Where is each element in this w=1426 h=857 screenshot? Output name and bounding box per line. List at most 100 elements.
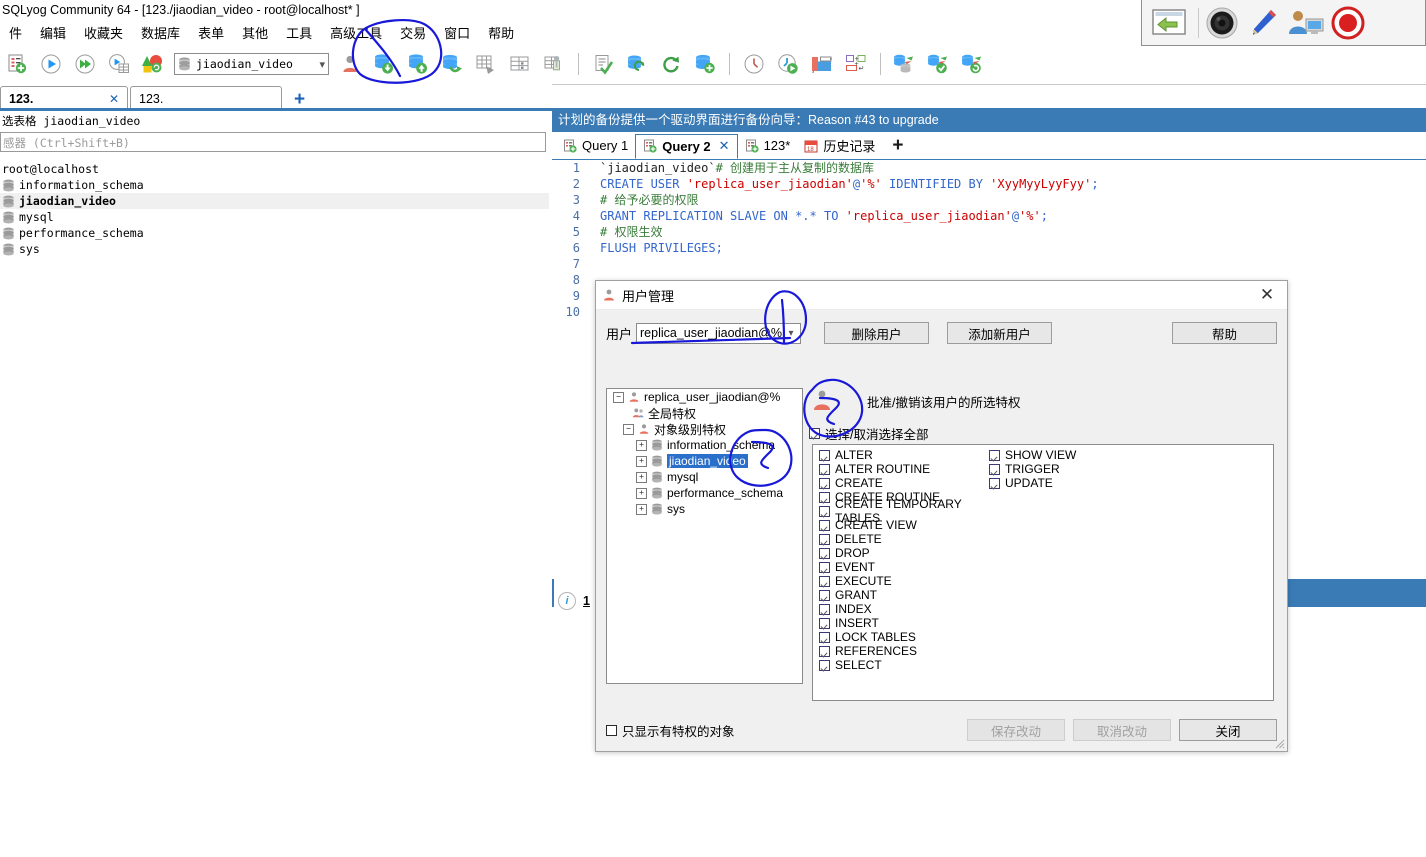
menu-item-5[interactable]: 其他	[233, 21, 277, 44]
close-icon[interactable]: ✕	[719, 138, 730, 154]
privilege-row[interactable]: EVENT	[819, 560, 989, 574]
promo-banner[interactable]: 计划的备份提供一个驱动界面进行备份向导：Reason #43 to upgrad…	[552, 108, 1426, 132]
privileges-list[interactable]: ALTER ALTER ROUTINE CREATE CREATE ROUTINE CR…	[812, 444, 1274, 701]
privilege-row[interactable]: SELECT	[819, 658, 989, 672]
collapse-icon[interactable]: −	[613, 391, 624, 403]
editor-line-text[interactable]: # 给予必要的权限	[586, 192, 698, 208]
privilege-checkbox[interactable]	[819, 631, 830, 643]
save-changes-button[interactable]: 保存改动	[967, 719, 1065, 741]
privilege-row[interactable]: INSERT	[819, 616, 989, 630]
menu-item-9[interactable]: 窗口	[435, 21, 479, 44]
cancel-changes-button[interactable]: 取消改动	[1073, 719, 1171, 741]
privilege-row[interactable]: CREATE TEMPORARY TABLES	[819, 497, 989, 525]
privilege-checkbox[interactable]	[819, 505, 830, 517]
menu-item-0[interactable]: 件	[0, 21, 31, 44]
privilege-checkbox[interactable]	[989, 477, 1000, 489]
privilege-row[interactable]: DROP	[819, 546, 989, 560]
sidebar-database-information_schema[interactable]: information_schema	[0, 177, 549, 193]
database-selector-combo[interactable]: jiaodian_video ▾	[174, 53, 329, 75]
editor-line-text[interactable]: CREATE USER 'replica_user_jiaodian'@'%' …	[586, 176, 1099, 192]
privilege-checkbox[interactable]	[989, 463, 1000, 475]
editor-line-text[interactable]: FLUSH PRIVILEGES;	[586, 240, 723, 256]
data-sync-icon[interactable]	[924, 49, 954, 79]
delete-user-button[interactable]: 删除用户	[824, 322, 930, 344]
tree-node-user[interactable]: − replica_user_jiaodian@%	[607, 389, 802, 405]
scheduled-job-icon[interactable]	[773, 49, 803, 79]
expand-icon[interactable]: +	[636, 503, 647, 515]
privilege-checkbox[interactable]	[989, 449, 1000, 461]
resize-grip[interactable]	[1273, 737, 1285, 749]
sidebar-database-sys[interactable]: sys	[0, 241, 549, 257]
sidebar-database-performance_schema[interactable]: performance_schema	[0, 225, 549, 241]
import-data-icon[interactable]	[369, 49, 399, 79]
privilege-row[interactable]: SHOW VIEW	[989, 448, 1159, 462]
presenter-icon[interactable]	[1285, 6, 1325, 40]
editor-line-text[interactable]: `jiaodian_video`# 创建用于主从复制的数据库	[586, 160, 874, 176]
dialog-tree-database-sys[interactable]: + sys	[607, 501, 802, 517]
pencil-annotate-icon[interactable]	[1245, 6, 1279, 40]
connection-tab-1[interactable]: 123.	[130, 86, 282, 110]
privilege-checkbox[interactable]	[819, 575, 830, 587]
expand-icon[interactable]: +	[636, 487, 647, 499]
close-icon[interactable]: ✕	[1253, 283, 1281, 307]
privilege-row[interactable]: ALTER ROUTINE	[819, 462, 989, 476]
sidebar-database-jiaodian_video[interactable]: jiaodian_video	[0, 193, 549, 209]
privilege-checkbox[interactable]	[819, 491, 830, 503]
sidebar-database-mysql[interactable]: mysql	[0, 209, 549, 225]
privilege-tree[interactable]: − replica_user_jiaodian@% 全局特权 − 对象级别特权	[606, 388, 803, 684]
privilege-checkbox[interactable]	[819, 463, 830, 475]
privilege-row[interactable]: UPDATE	[989, 476, 1159, 490]
menu-item-8[interactable]: 交易	[391, 21, 435, 44]
manage-indexes-icon[interactable]	[539, 49, 569, 79]
scheduled-backup-icon[interactable]	[739, 49, 769, 79]
close-icon[interactable]: ✕	[109, 92, 119, 106]
add-user-button[interactable]: 添加新用户	[947, 322, 1053, 344]
tree-node-root[interactable]: root@localhost	[0, 161, 549, 177]
add-connection-tab-button[interactable]: +	[284, 90, 315, 110]
restore-point-icon[interactable]	[958, 49, 988, 79]
privilege-row[interactable]: GRANT	[819, 588, 989, 602]
expand-icon[interactable]: +	[636, 471, 647, 483]
add-query-tab-button[interactable]: +	[882, 135, 913, 157]
dialog-tree-database-performance_schema[interactable]: + performance_schema	[607, 485, 802, 501]
privilege-checkbox[interactable]	[819, 603, 830, 615]
privilege-checkbox[interactable]	[819, 617, 830, 629]
menu-item-10[interactable]: 帮助	[479, 21, 523, 44]
backup-database-icon[interactable]	[437, 49, 467, 79]
sync-database-icon[interactable]	[622, 49, 652, 79]
privilege-checkbox[interactable]	[819, 589, 830, 601]
privilege-checkbox[interactable]	[819, 645, 830, 657]
validate-query-icon[interactable]	[588, 49, 618, 79]
privilege-row[interactable]: INDEX	[819, 602, 989, 616]
privilege-checkbox[interactable]	[819, 561, 830, 573]
query-tab-1[interactable]: Query 2 ✕	[635, 133, 738, 159]
query-tab-3[interactable]: 18 历史记录	[797, 133, 882, 158]
record-button-icon[interactable]	[1331, 6, 1365, 40]
editor-line-text[interactable]: # 权限生效	[586, 224, 662, 240]
dialog-tree-database-jiaodian_video[interactable]: + jiaodian_video	[607, 453, 802, 469]
privilege-row[interactable]: LOCK TABLES	[819, 630, 989, 644]
refresh-icon[interactable]	[656, 49, 686, 79]
tree-node-object-privileges[interactable]: − 对象级别特权	[607, 421, 802, 437]
menu-item-1[interactable]: 编辑	[31, 21, 75, 44]
privilege-checkbox[interactable]	[819, 659, 830, 671]
new-database-icon[interactable]	[690, 49, 720, 79]
privilege-row[interactable]: DELETE	[819, 532, 989, 546]
privilege-row[interactable]: ALTER	[819, 448, 989, 462]
editor-line-text[interactable]	[586, 256, 600, 272]
execute-query-icon[interactable]	[36, 49, 66, 79]
object-browser-filter-input[interactable]: 感器 (Ctrl+Shift+B)	[0, 132, 546, 152]
chevron-down-icon[interactable]: ▾	[782, 324, 800, 343]
chevron-down-icon[interactable]: ▾	[319, 58, 325, 71]
user-manager-icon[interactable]	[335, 49, 365, 79]
execute-to-grid-icon[interactable]	[104, 49, 134, 79]
dialog-tree-database-mysql[interactable]: + mysql	[607, 469, 802, 485]
user-select-combo[interactable]: replica_user_jiaodian@% ▾	[636, 322, 802, 344]
expand-icon[interactable]: +	[636, 455, 647, 467]
dialog-tree-database-information_schema[interactable]: + information_schema	[607, 437, 802, 453]
help-button[interactable]: 帮助	[1172, 322, 1277, 344]
menu-item-6[interactable]: 工具	[277, 21, 321, 44]
privilege-checkbox[interactable]	[819, 519, 830, 531]
privilege-row[interactable]: TRIGGER	[989, 462, 1159, 476]
table-diagnostics-icon[interactable]	[471, 49, 501, 79]
